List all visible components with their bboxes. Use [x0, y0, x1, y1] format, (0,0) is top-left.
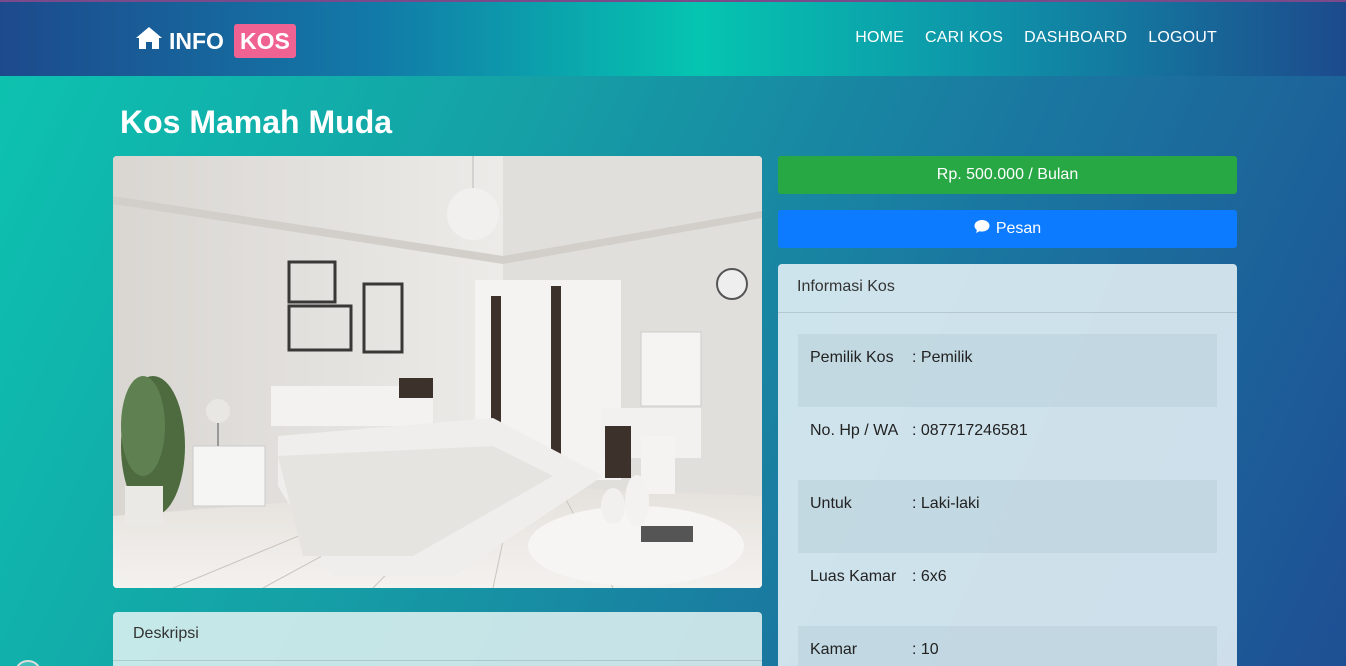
- order-label: Pesan: [995, 220, 1042, 237]
- description-header: Deskripsi: [113, 612, 762, 661]
- info-row-phone: No. Hp / WA : 087717246581: [798, 407, 1217, 480]
- info-key: No. Hp / WA: [810, 422, 899, 439]
- info-value: : 087717246581: [912, 422, 1028, 439]
- info-value: : 10: [912, 641, 939, 658]
- info-card-header: Informasi Kos: [778, 264, 1237, 313]
- info-key: Pemilik Kos: [810, 349, 894, 366]
- info-row-for: Untuk : Laki-laki: [798, 480, 1217, 553]
- bedroom-photo: [113, 156, 762, 588]
- brand-logo[interactable]: INFO KOS: [135, 22, 296, 60]
- nav-cari-kos[interactable]: CARI KOS: [925, 29, 1003, 47]
- info-value: : 6x6: [912, 568, 947, 585]
- info-row-owner: Pemilik Kos : Pemilik: [798, 334, 1217, 407]
- info-row-room-size: Luas Kamar : 6x6: [798, 553, 1217, 626]
- nav-dashboard[interactable]: DASHBOARD: [1024, 29, 1127, 47]
- info-row-vacant: Kamar Kosong : 10: [798, 626, 1217, 666]
- navbar: INFO KOS HOME CARI KOS DASHBOARD LOGOUT: [0, 0, 1346, 76]
- price-button[interactable]: Rp. 500.000 / Bulan: [778, 156, 1237, 194]
- brand-info: INFO: [169, 27, 224, 54]
- page-title: Kos Mamah Muda: [120, 104, 393, 140]
- order-button[interactable]: Pesan: [778, 210, 1237, 248]
- nav-home[interactable]: HOME: [855, 29, 904, 47]
- info-key: Kamar Kosong: [810, 641, 864, 666]
- info-table: Pemilik Kos : Pemilik No. Hp / WA : 0877…: [798, 334, 1217, 666]
- info-value: : Pemilik: [912, 349, 973, 366]
- nav-logout[interactable]: LOGOUT: [1148, 29, 1217, 47]
- description-card: Deskripsi: [113, 612, 762, 666]
- chat-icon: [974, 219, 990, 239]
- home-icon: [135, 25, 163, 57]
- info-card: Informasi Kos Pemilik Kos : Pemilik No. …: [778, 264, 1237, 666]
- info-value: : Laki-laki: [912, 495, 980, 512]
- brand-kos-badge: KOS: [233, 24, 296, 58]
- nav-links: HOME CARI KOS DASHBOARD LOGOUT: [855, 29, 1217, 47]
- accessibility-widget-icon[interactable]: [14, 660, 42, 666]
- info-key: Untuk: [810, 495, 852, 512]
- info-key: Luas Kamar: [810, 568, 897, 585]
